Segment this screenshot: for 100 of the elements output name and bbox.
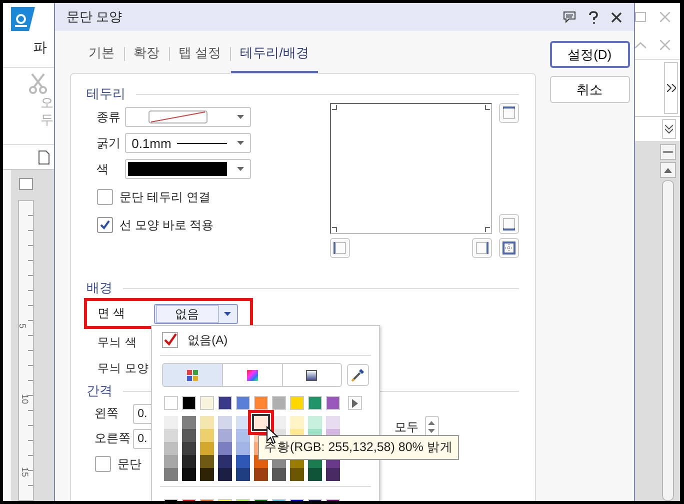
color-swatch[interactable] <box>182 455 196 468</box>
color-swatch[interactable] <box>254 468 268 481</box>
section-heading: 간격 <box>86 382 113 400</box>
color-swatch[interactable] <box>200 468 214 481</box>
color-swatch[interactable] <box>254 416 268 429</box>
top-border-icon[interactable] <box>498 103 519 123</box>
color-swatch[interactable] <box>164 429 178 442</box>
checkbox[interactable] <box>162 332 178 348</box>
vertical-ruler: 5 10 15 <box>18 200 34 501</box>
color-swatch[interactable] <box>218 442 232 455</box>
color-swatch[interactable] <box>326 468 340 481</box>
scissors-icon <box>28 72 48 94</box>
color-swatch[interactable] <box>236 396 250 410</box>
color-swatch[interactable] <box>290 396 304 410</box>
ok-button[interactable]: 설정(D) <box>550 41 630 68</box>
caret-icon <box>236 115 244 119</box>
color-swatch[interactable] <box>182 416 196 429</box>
line-type-dropdown[interactable] <box>124 107 251 127</box>
field-label: 오른쪽 <box>94 430 132 447</box>
field-label: 색 <box>96 160 110 178</box>
color-swatch[interactable] <box>290 416 304 429</box>
all-borders-icon[interactable] <box>498 238 519 258</box>
window-title: 문단 모양 <box>66 8 122 26</box>
color-swatch[interactable] <box>218 429 232 442</box>
color-swatch[interactable] <box>272 416 286 429</box>
color-swatch[interactable] <box>200 455 214 468</box>
checkbox[interactable] <box>96 189 113 205</box>
no-color-option[interactable]: 없음(A) <box>188 332 228 348</box>
document-icon <box>38 150 50 164</box>
field-label: 무늬 색 <box>98 336 138 350</box>
color-swatch[interactable] <box>236 429 250 442</box>
color-swatch[interactable] <box>182 429 196 442</box>
caret-icon <box>236 167 244 171</box>
color-swatch[interactable] <box>182 396 196 410</box>
field-label: 모두 <box>394 418 420 436</box>
color-swatch[interactable] <box>200 416 214 429</box>
color-swatch[interactable] <box>164 442 178 455</box>
color-swatch[interactable] <box>164 396 178 410</box>
expand-icon[interactable] <box>662 119 676 139</box>
palette-icon[interactable] <box>162 364 223 386</box>
color-swatch[interactable] <box>236 468 250 481</box>
close-icon[interactable] <box>611 12 622 22</box>
tab[interactable]: 기본 <box>80 31 124 73</box>
color-swatch[interactable] <box>272 468 286 481</box>
bottom-border-icon[interactable] <box>498 214 519 234</box>
field-label: 왼쪽 <box>94 405 120 422</box>
scroll-up-icon[interactable] <box>660 162 676 178</box>
line-width-dropdown[interactable]: 0.1mm <box>124 133 251 153</box>
color-swatch[interactable] <box>236 455 250 468</box>
color-swatch[interactable] <box>218 468 232 481</box>
color-swatch[interactable] <box>326 416 340 429</box>
color-swatch[interactable] <box>164 468 178 481</box>
color-swatch[interactable] <box>308 396 322 410</box>
color-swatch[interactable] <box>182 468 196 481</box>
color-swatch[interactable] <box>254 396 268 410</box>
checkbox[interactable] <box>96 217 113 233</box>
scrollbar-thumb[interactable] <box>662 180 674 501</box>
overflow-icon[interactable] <box>664 62 678 114</box>
color-swatch[interactable] <box>236 416 250 429</box>
ribbon-label: 오 <box>40 94 54 111</box>
field-label: 종류 <box>96 108 122 126</box>
caret-icon <box>224 312 231 316</box>
color-swatch[interactable] <box>200 429 214 442</box>
color-swatch[interactable] <box>164 455 178 468</box>
caret-icon <box>236 141 244 145</box>
section-heading: 테두리 <box>86 85 126 103</box>
color-swatch[interactable] <box>308 468 322 481</box>
color-swatch[interactable] <box>236 442 250 455</box>
line-color-dropdown[interactable] <box>124 159 251 179</box>
eyedropper-icon[interactable] <box>347 364 369 386</box>
color-swatch[interactable] <box>200 396 214 410</box>
color-swatch[interactable] <box>200 442 214 455</box>
left-border-icon[interactable] <box>330 238 350 258</box>
color-swatch[interactable] <box>290 468 304 481</box>
color-swatch[interactable] <box>308 416 322 429</box>
help-icon[interactable] <box>589 10 598 24</box>
color-swatch[interactable] <box>182 442 196 455</box>
cancel-button[interactable]: 취소 <box>550 76 630 103</box>
minus-icon[interactable] <box>660 144 676 160</box>
tooltip: 주황(RGB: 255,132,58) 80% 밝게 <box>258 435 459 460</box>
field-label: 면 색 <box>98 305 126 322</box>
line-style-preview-icon <box>148 110 208 124</box>
tab[interactable]: 탭 설정 <box>170 31 230 73</box>
comment-icon[interactable] <box>563 11 576 23</box>
color-swatch[interactable] <box>218 396 232 410</box>
field-label: 무늬 모양 <box>98 362 150 376</box>
tab[interactable]: 확장 <box>124 31 169 73</box>
spinner-arrows-icon <box>428 420 436 434</box>
right-border-icon[interactable] <box>472 238 492 258</box>
color-swatch[interactable] <box>326 396 340 410</box>
color-swatch[interactable] <box>218 416 232 429</box>
fill-color-dropdown[interactable]: 없음 <box>154 304 238 324</box>
color-swatch[interactable] <box>272 396 286 410</box>
ruler-corner-icon[interactable] <box>19 178 33 190</box>
section-heading: 배경 <box>86 279 113 297</box>
color-swatch[interactable] <box>164 416 178 429</box>
color-swatch[interactable] <box>218 455 232 468</box>
more-colors-icon[interactable] <box>348 396 362 410</box>
checkbox[interactable] <box>94 456 111 472</box>
menu-item[interactable]: 파 <box>33 39 54 57</box>
